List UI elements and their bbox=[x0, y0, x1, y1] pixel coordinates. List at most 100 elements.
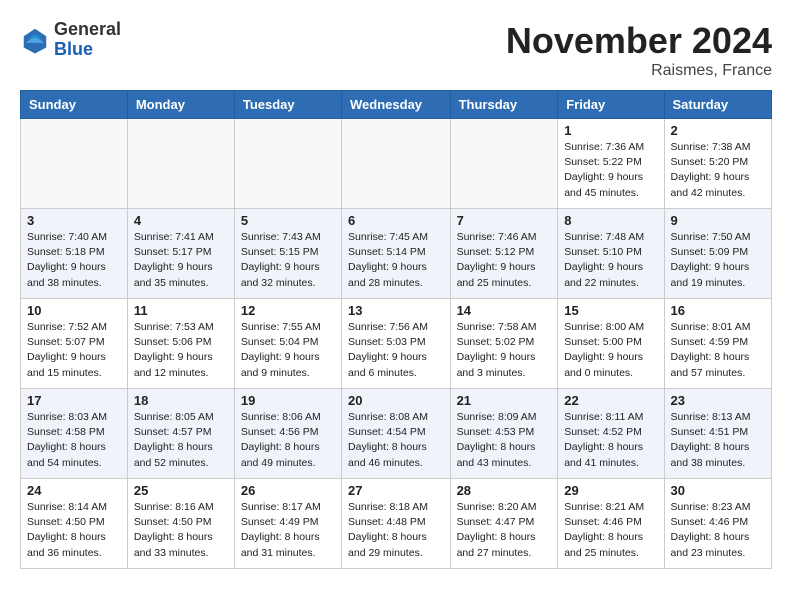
day-number: 12 bbox=[241, 303, 335, 318]
calendar-cell: 18Sunrise: 8:05 AM Sunset: 4:57 PM Dayli… bbox=[127, 389, 234, 479]
day-info: Sunrise: 7:58 AM Sunset: 5:02 PM Dayligh… bbox=[457, 320, 552, 381]
day-info: Sunrise: 7:50 AM Sunset: 5:09 PM Dayligh… bbox=[671, 230, 765, 291]
day-number: 22 bbox=[564, 393, 657, 408]
calendar-cell: 26 Sunrise: 8:17 AM Sunset: 4:49 PM Dayli… bbox=[234, 479, 341, 569]
calendar-cell: 3Sunrise: 7:40 AM Sunset: 5:18 PM Daylig… bbox=[21, 209, 128, 299]
calendar-week-row: 24Sunrise: 8:14 AM Sunset: 4:50 PM Dayli… bbox=[21, 479, 772, 569]
calendar-cell: 8 Sunrise: 7:48 AM Sunset: 5:10 PM Daylig… bbox=[558, 209, 664, 299]
day-number: 15 bbox=[564, 303, 657, 318]
day-info: Sunrise: 7:43 AM Sunset: 5:15 PM Dayligh… bbox=[241, 230, 335, 291]
day-info: Sunrise: 8:05 AM Sunset: 4:57 PM Dayligh… bbox=[134, 410, 228, 471]
day-number: 7 bbox=[457, 213, 552, 228]
day-number: 30 bbox=[671, 483, 765, 498]
day-info: Sunrise: 8:23 AM Sunset: 4:46 PM Dayligh… bbox=[671, 500, 765, 561]
day-number: 27 bbox=[348, 483, 444, 498]
day-info: Sunrise: 8:08 AM Sunset: 4:54 PM Dayligh… bbox=[348, 410, 444, 471]
calendar-cell: 7 Sunrise: 7:46 AM Sunset: 5:12 PM Daylig… bbox=[450, 209, 558, 299]
day-number: 2 bbox=[671, 123, 765, 138]
calendar-cell: 19Sunrise: 8:06 AM Sunset: 4:56 PM Dayli… bbox=[234, 389, 341, 479]
day-info: Sunrise: 8:18 AM Sunset: 4:48 PM Dayligh… bbox=[348, 500, 444, 561]
day-info: Sunrise: 7:53 AM Sunset: 5:06 PM Dayligh… bbox=[134, 320, 228, 381]
calendar-cell bbox=[342, 119, 451, 209]
day-number: 9 bbox=[671, 213, 765, 228]
weekday-header-saturday: Saturday bbox=[664, 91, 771, 119]
calendar-cell: 4 Sunrise: 7:41 AM Sunset: 5:17 PM Daylig… bbox=[127, 209, 234, 299]
calendar-week-row: 17 Sunrise: 8:03 AM Sunset: 4:58 PM Dayli… bbox=[21, 389, 772, 479]
day-info: Sunrise: 7:55 AM Sunset: 5:04 PM Dayligh… bbox=[241, 320, 335, 381]
logo-text: General Blue bbox=[54, 20, 121, 60]
day-info: Sunrise: 7:36 AM Sunset: 5:22 PM Dayligh… bbox=[564, 140, 657, 201]
calendar-cell: 12 Sunrise: 7:55 AM Sunset: 5:04 PM Dayli… bbox=[234, 299, 341, 389]
day-number: 23 bbox=[671, 393, 765, 408]
calendar-cell: 17 Sunrise: 8:03 AM Sunset: 4:58 PM Dayli… bbox=[21, 389, 128, 479]
day-number: 20 bbox=[348, 393, 444, 408]
day-info: Sunrise: 8:06 AM Sunset: 4:56 PM Dayligh… bbox=[241, 410, 335, 471]
calendar-cell: 29Sunrise: 8:21 AM Sunset: 4:46 PM Dayli… bbox=[558, 479, 664, 569]
day-info: Sunrise: 8:17 AM Sunset: 4:49 PM Dayligh… bbox=[241, 500, 335, 561]
calendar-cell: 14 Sunrise: 7:58 AM Sunset: 5:02 PM Dayli… bbox=[450, 299, 558, 389]
calendar-cell: 21 Sunrise: 8:09 AM Sunset: 4:53 PM Dayli… bbox=[450, 389, 558, 479]
day-number: 28 bbox=[457, 483, 552, 498]
calendar-cell: 6 Sunrise: 7:45 AM Sunset: 5:14 PM Daylig… bbox=[342, 209, 451, 299]
logo-icon bbox=[20, 25, 50, 55]
weekday-header-sunday: Sunday bbox=[21, 91, 128, 119]
day-info: Sunrise: 7:41 AM Sunset: 5:17 PM Dayligh… bbox=[134, 230, 228, 291]
weekday-header-row: SundayMondayTuesdayWednesdayThursdayFrid… bbox=[21, 91, 772, 119]
logo-blue: Blue bbox=[54, 40, 121, 60]
day-number: 25 bbox=[134, 483, 228, 498]
day-number: 17 bbox=[27, 393, 121, 408]
calendar-week-row: 1 Sunrise: 7:36 AM Sunset: 5:22 PM Daylig… bbox=[21, 119, 772, 209]
day-number: 13 bbox=[348, 303, 444, 318]
day-info: Sunrise: 8:00 AM Sunset: 5:00 PM Dayligh… bbox=[564, 320, 657, 381]
day-info: Sunrise: 7:52 AM Sunset: 5:07 PM Dayligh… bbox=[27, 320, 121, 381]
day-info: Sunrise: 8:03 AM Sunset: 4:58 PM Dayligh… bbox=[27, 410, 121, 471]
day-number: 14 bbox=[457, 303, 552, 318]
day-number: 11 bbox=[134, 303, 228, 318]
calendar-cell: 1 Sunrise: 7:36 AM Sunset: 5:22 PM Daylig… bbox=[558, 119, 664, 209]
weekday-header-friday: Friday bbox=[558, 91, 664, 119]
calendar-cell: 20 Sunrise: 8:08 AM Sunset: 4:54 PM Dayli… bbox=[342, 389, 451, 479]
day-info: Sunrise: 8:13 AM Sunset: 4:51 PM Dayligh… bbox=[671, 410, 765, 471]
day-info: Sunrise: 7:40 AM Sunset: 5:18 PM Dayligh… bbox=[27, 230, 121, 291]
day-info: Sunrise: 8:16 AM Sunset: 4:50 PM Dayligh… bbox=[134, 500, 228, 561]
day-number: 21 bbox=[457, 393, 552, 408]
day-info: Sunrise: 7:45 AM Sunset: 5:14 PM Dayligh… bbox=[348, 230, 444, 291]
day-info: Sunrise: 8:11 AM Sunset: 4:52 PM Dayligh… bbox=[564, 410, 657, 471]
calendar-cell: 23 Sunrise: 8:13 AM Sunset: 4:51 PM Dayli… bbox=[664, 389, 771, 479]
day-number: 24 bbox=[27, 483, 121, 498]
calendar-week-row: 10Sunrise: 7:52 AM Sunset: 5:07 PM Dayli… bbox=[21, 299, 772, 389]
calendar-cell: 10Sunrise: 7:52 AM Sunset: 5:07 PM Dayli… bbox=[21, 299, 128, 389]
calendar-cell: 16Sunrise: 8:01 AM Sunset: 4:59 PM Dayli… bbox=[664, 299, 771, 389]
day-info: Sunrise: 8:20 AM Sunset: 4:47 PM Dayligh… bbox=[457, 500, 552, 561]
calendar-cell: 13Sunrise: 7:56 AM Sunset: 5:03 PM Dayli… bbox=[342, 299, 451, 389]
day-number: 8 bbox=[564, 213, 657, 228]
weekday-header-wednesday: Wednesday bbox=[342, 91, 451, 119]
calendar-table: SundayMondayTuesdayWednesdayThursdayFrid… bbox=[20, 90, 772, 569]
day-info: Sunrise: 7:46 AM Sunset: 5:12 PM Dayligh… bbox=[457, 230, 552, 291]
calendar-cell: 22 Sunrise: 8:11 AM Sunset: 4:52 PM Dayli… bbox=[558, 389, 664, 479]
calendar-cell: 15 Sunrise: 8:00 AM Sunset: 5:00 PM Dayli… bbox=[558, 299, 664, 389]
day-number: 4 bbox=[134, 213, 228, 228]
day-info: Sunrise: 8:01 AM Sunset: 4:59 PM Dayligh… bbox=[671, 320, 765, 381]
month-title: November 2024 bbox=[506, 20, 772, 62]
day-info: Sunrise: 7:48 AM Sunset: 5:10 PM Dayligh… bbox=[564, 230, 657, 291]
calendar-cell: 27 Sunrise: 8:18 AM Sunset: 4:48 PM Dayli… bbox=[342, 479, 451, 569]
day-number: 1 bbox=[564, 123, 657, 138]
day-number: 26 bbox=[241, 483, 335, 498]
calendar-cell: 9 Sunrise: 7:50 AM Sunset: 5:09 PM Daylig… bbox=[664, 209, 771, 299]
calendar-cell: 11 Sunrise: 7:53 AM Sunset: 5:06 PM Dayli… bbox=[127, 299, 234, 389]
calendar-cell bbox=[450, 119, 558, 209]
day-info: Sunrise: 7:38 AM Sunset: 5:20 PM Dayligh… bbox=[671, 140, 765, 201]
day-number: 5 bbox=[241, 213, 335, 228]
location: Raismes, France bbox=[506, 62, 772, 80]
day-info: Sunrise: 8:09 AM Sunset: 4:53 PM Dayligh… bbox=[457, 410, 552, 471]
weekday-header-thursday: Thursday bbox=[450, 91, 558, 119]
title-block: November 2024 Raismes, France bbox=[506, 20, 772, 80]
calendar-cell: 2 Sunrise: 7:38 AM Sunset: 5:20 PM Daylig… bbox=[664, 119, 771, 209]
calendar-cell: 24Sunrise: 8:14 AM Sunset: 4:50 PM Dayli… bbox=[21, 479, 128, 569]
day-number: 29 bbox=[564, 483, 657, 498]
day-number: 6 bbox=[348, 213, 444, 228]
calendar-cell: 25 Sunrise: 8:16 AM Sunset: 4:50 PM Dayli… bbox=[127, 479, 234, 569]
weekday-header-tuesday: Tuesday bbox=[234, 91, 341, 119]
calendar-week-row: 3Sunrise: 7:40 AM Sunset: 5:18 PM Daylig… bbox=[21, 209, 772, 299]
